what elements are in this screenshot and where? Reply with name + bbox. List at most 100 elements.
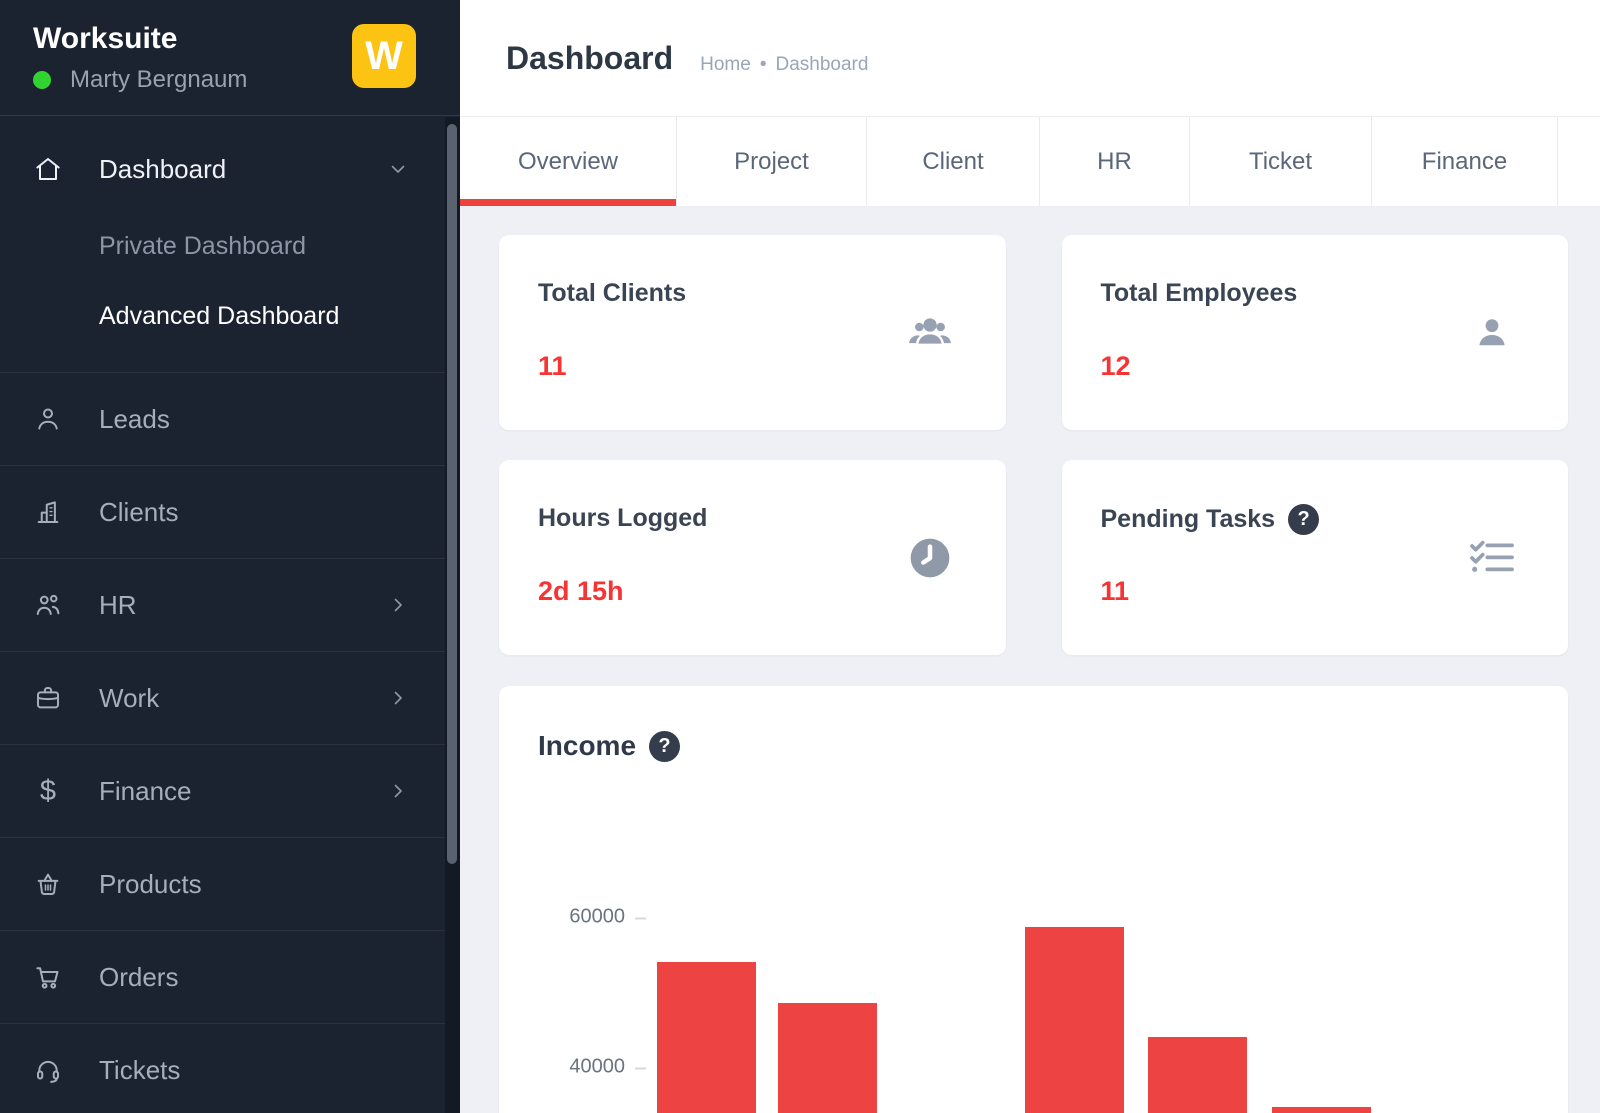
basket-icon <box>33 869 63 899</box>
page-title: Dashboard <box>506 40 673 77</box>
sidebar-item-label: Tickets <box>99 1055 180 1086</box>
stat-card-title: Total Clients <box>538 279 686 308</box>
tab-ticket[interactable]: Ticket <box>1190 117 1372 206</box>
sidebar-scrollbar-track[interactable] <box>445 117 460 1113</box>
briefcase-icon <box>33 683 63 713</box>
y-tick-label: 60000 <box>569 906 625 928</box>
tab-label: Ticket <box>1249 148 1312 176</box>
workspace-switcher[interactable]: Worksuite <box>33 22 177 56</box>
sidebar-header: Worksuite Marty Bergnaum W <box>0 0 460 116</box>
stat-card-title: Pending Tasks <box>1101 505 1276 534</box>
income-bar <box>1148 1037 1247 1113</box>
chevron-right-icon[interactable] <box>386 686 410 710</box>
tab-overview[interactable]: Overview <box>460 117 677 206</box>
stat-card-total-clients: Total Clients 11 <box>499 235 1006 430</box>
page-header: Dashboard Home • Dashboard <box>460 0 1600 117</box>
sidebar-item-finance[interactable]: $ Finance <box>0 744 445 837</box>
sidebar: Worksuite Marty Bergnaum W Dashboard Priv… <box>0 0 460 1113</box>
y-axis-tick: 40000 <box>499 1056 625 1079</box>
worksuite-logo[interactable]: W <box>352 24 416 88</box>
sidebar-nav: Dashboard Private Dashboard Advanced Dashb… <box>0 117 445 1113</box>
chevron-right-icon[interactable] <box>386 779 410 803</box>
tab-client[interactable]: Client <box>867 117 1040 206</box>
breadcrumb: Home • Dashboard <box>700 54 868 76</box>
tab-label: Finance <box>1422 148 1507 176</box>
income-title-row: Income ? <box>499 686 1568 762</box>
tab-label: HR <box>1097 148 1132 176</box>
breadcrumb-home[interactable]: Home <box>700 54 751 76</box>
building-icon <box>33 497 63 527</box>
income-title: Income <box>538 730 636 762</box>
users-icon <box>33 590 63 620</box>
stat-card-value: 11 <box>1101 576 1130 607</box>
sidebar-item-dashboard[interactable]: Dashboard <box>0 127 445 211</box>
sidebar-item-products[interactable]: Products <box>0 837 445 930</box>
income-bar <box>1272 1107 1371 1113</box>
online-status-dot <box>33 71 51 89</box>
tab-finance[interactable]: Finance <box>1372 117 1558 206</box>
sidebar-item-clients[interactable]: Clients <box>0 465 445 558</box>
sidebar-item-work[interactable]: Work <box>0 651 445 744</box>
sidebar-item-label: Clients <box>99 497 178 528</box>
sidebar-scrollbar-thumb[interactable] <box>447 124 457 864</box>
content: Total Clients 11 Total Employees 12 Hours Lo… <box>460 206 1600 1113</box>
stats-grid: Total Clients 11 Total Employees 12 Hours Lo… <box>499 235 1568 655</box>
main-area: Dashboard Home • Dashboard Overview Proje… <box>460 0 1600 1113</box>
stat-card-title-row: Total Employees <box>1101 279 1569 308</box>
chevron-right-icon[interactable] <box>386 593 410 617</box>
dashboard-tabs: Overview Project Client HR Ticket Finance <box>460 117 1600 206</box>
sidebar-item-label: Orders <box>99 962 178 993</box>
tab-overflow-area <box>1558 117 1600 206</box>
y-tick-dash <box>635 917 646 919</box>
stat-card-title-row: Pending Tasks? <box>1101 504 1569 535</box>
sidebar-item-label: HR <box>99 590 137 621</box>
stat-card-value: 2d 15h <box>538 576 624 607</box>
sidebar-item-tickets[interactable]: Tickets <box>0 1023 445 1113</box>
income-bar <box>778 1003 877 1113</box>
sidebar-item-label: Work <box>99 683 159 714</box>
stat-card-total-employees: Total Employees 12 <box>1062 235 1569 430</box>
tab-project[interactable]: Project <box>677 117 867 206</box>
income-bar <box>1025 927 1124 1113</box>
tab-label: Overview <box>518 148 618 176</box>
stat-card-hours-logged: Hours Logged 2d 15h <box>499 460 1006 655</box>
sidebar-item-private-dashboard[interactable]: Private Dashboard <box>0 211 445 281</box>
logo-letter: W <box>365 34 403 79</box>
sidebar-item-orders[interactable]: Orders <box>0 930 445 1023</box>
breadcrumb-current: Dashboard <box>775 54 868 76</box>
app-root: Worksuite Marty Bergnaum W Dashboard Priv… <box>0 0 1600 1113</box>
sidebar-item-label: Leads <box>99 404 170 435</box>
sidebar-item-label: Advanced Dashboard <box>99 302 339 331</box>
home-icon <box>33 154 63 184</box>
tab-hr[interactable]: HR <box>1040 117 1190 206</box>
user-name: Marty Bergnaum <box>70 66 247 94</box>
help-icon[interactable]: ? <box>1288 504 1319 535</box>
income-bar <box>657 962 756 1113</box>
person-icon <box>1468 309 1516 357</box>
sidebar-item-hr[interactable]: HR <box>0 558 445 651</box>
dollar-icon: $ <box>33 776 63 806</box>
sidebar-item-label: Finance <box>99 776 192 807</box>
y-tick-dash <box>635 1067 646 1069</box>
user-icon <box>33 404 63 434</box>
stat-card-title-row: Hours Logged <box>538 504 1006 533</box>
stat-card-value: 11 <box>538 351 567 382</box>
sidebar-item-label: Dashboard <box>99 154 226 185</box>
stat-card-title-row: Total Clients <box>538 279 1006 308</box>
sidebar-item-advanced-dashboard[interactable]: Advanced Dashboard <box>0 281 445 351</box>
sidebar-item-label: Private Dashboard <box>99 232 306 261</box>
help-icon[interactable]: ? <box>649 731 680 762</box>
stat-card-value: 12 <box>1101 351 1131 382</box>
headset-icon <box>33 1055 63 1085</box>
y-tick-label: 40000 <box>569 1056 625 1078</box>
chevron-down-icon[interactable] <box>386 157 410 181</box>
breadcrumb-separator: • <box>760 54 767 76</box>
users-group-icon <box>906 309 954 357</box>
cart-icon <box>33 962 63 992</box>
chevron-down-icon[interactable] <box>201 27 225 51</box>
tab-label: Client <box>922 148 983 176</box>
stat-card-title: Hours Logged <box>538 504 707 533</box>
y-axis-tick: 60000 <box>499 906 625 929</box>
sidebar-item-leads[interactable]: Leads <box>0 372 445 465</box>
stat-card-pending-tasks: Pending Tasks? 11 <box>1062 460 1569 655</box>
